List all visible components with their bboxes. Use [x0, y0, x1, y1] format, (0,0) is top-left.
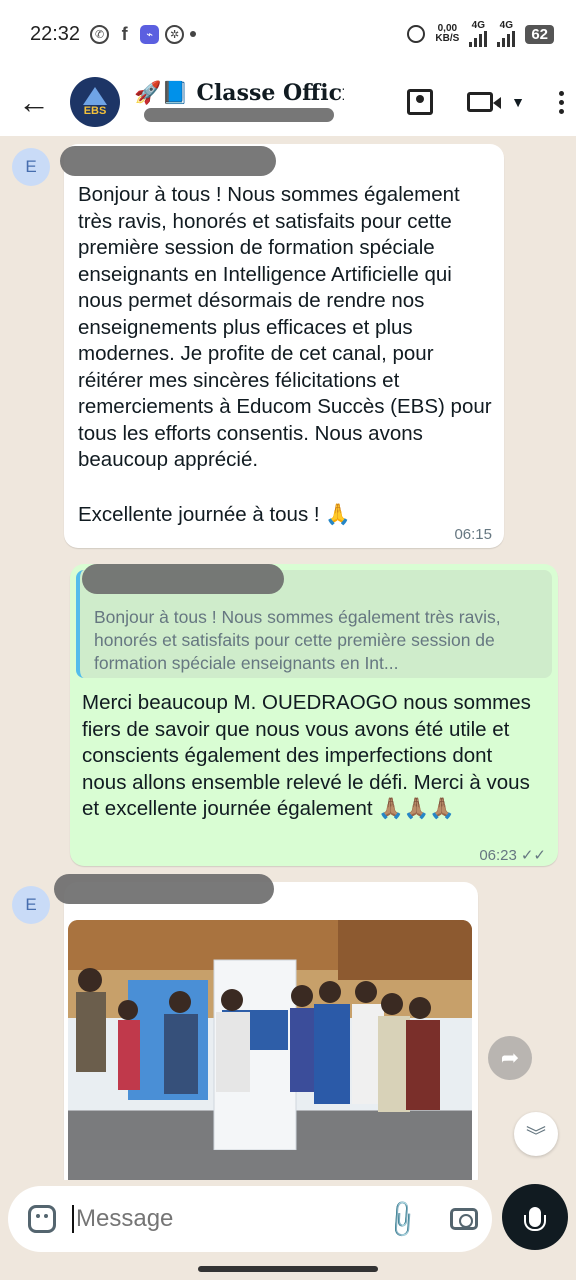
chevrons-down-icon[interactable]: ︾: [514, 1112, 558, 1156]
sender-name-redacted: [60, 146, 276, 176]
status-bar: 22:32 ✆ f ⌁ ✲ 0,00 KB/S 4G 4G 62: [0, 0, 576, 68]
signal-icon-2: [497, 31, 516, 47]
quoted-message[interactable]: Bonjour à tous ! Nous sommes également t…: [76, 564, 552, 678]
more-options-icon[interactable]: [559, 90, 564, 114]
camera-icon[interactable]: [450, 1208, 478, 1230]
signal-icon: [469, 31, 488, 47]
system-icons: 0,00 KB/S 4G 4G 62: [407, 21, 554, 47]
message-text: Bonjour à tous ! Nous sommes également t…: [78, 183, 492, 471]
chat-info[interactable]: 🚀📘 Classe Offici...: [134, 80, 344, 124]
alarm-icon: [407, 25, 426, 43]
system-nav-bar: [0, 1258, 576, 1280]
quoted-sender-redacted: [82, 564, 284, 594]
video-camera-icon: [467, 92, 502, 112]
forward-icon[interactable]: ➦: [488, 1036, 532, 1080]
chat-header: ← EBS 🚀📘 Classe Offici... ▼: [0, 68, 576, 136]
net-speed: 0,00 KB/S: [435, 23, 460, 44]
outgoing-message-bubble[interactable]: Bonjour à tous ! Nous sommes également t…: [70, 564, 558, 866]
sender-name-redacted: [54, 874, 274, 904]
chat-area[interactable]: E Bonjour à tous ! Nous sommes également…: [0, 136, 576, 1180]
notification-icons: ✆ f ⌁ ✲: [90, 23, 197, 44]
sticker-icon[interactable]: [28, 1205, 56, 1233]
message-input-bar: 📎: [8, 1186, 492, 1252]
message-text: Merci beaucoup M. OUEDRAOGO nous sommes …: [82, 691, 531, 820]
quoted-text: Bonjour à tous ! Nous sommes également t…: [94, 607, 501, 673]
voice-message-button[interactable]: [502, 1184, 568, 1250]
contact-card-icon[interactable]: [407, 89, 434, 115]
caret-down-icon: ▼: [511, 94, 525, 110]
sender-avatar[interactable]: E: [12, 148, 50, 186]
back-arrow-icon[interactable]: ←: [18, 84, 54, 121]
logo-triangle-icon: [83, 87, 107, 105]
microphone-icon: [524, 1207, 546, 1231]
message-input[interactable]: [72, 1205, 352, 1233]
read-ticks-icon: ✓✓: [520, 847, 546, 864]
chat-members-redacted: [134, 106, 344, 124]
network-type-1: 4G: [469, 21, 488, 47]
group-avatar[interactable]: EBS: [70, 77, 120, 127]
whatsapp-icon: ✆: [90, 24, 110, 44]
sender-avatar[interactable]: E: [12, 886, 50, 924]
group-photo-illustration: [68, 920, 472, 1180]
chatgpt-icon: ✲: [165, 24, 185, 44]
chat-title: 🚀📘 Classe Offici...: [134, 80, 344, 106]
message-text-2: Excellente journée à tous ! 🙏: [78, 503, 351, 526]
more-notifications-dot: [190, 31, 197, 37]
incoming-message-bubble[interactable]: Bonjour à tous ! Nous sommes également t…: [60, 144, 504, 548]
message-time: 06:15: [454, 526, 492, 543]
battery-indicator: 62: [525, 24, 554, 44]
message-time: 06:23 ✓✓: [479, 847, 546, 864]
shared-photo[interactable]: [68, 920, 472, 1180]
messenger-icon: ⌁: [140, 24, 160, 44]
home-gesture-bar[interactable]: [198, 1266, 378, 1272]
incoming-image-bubble[interactable]: [54, 874, 478, 1180]
attach-paperclip-icon[interactable]: 📎: [379, 1197, 424, 1242]
network-type-2: 4G: [497, 21, 516, 47]
facebook-icon: f: [121, 23, 128, 44]
status-time: 22:32: [30, 22, 81, 45]
video-call-button[interactable]: ▼: [467, 92, 525, 112]
